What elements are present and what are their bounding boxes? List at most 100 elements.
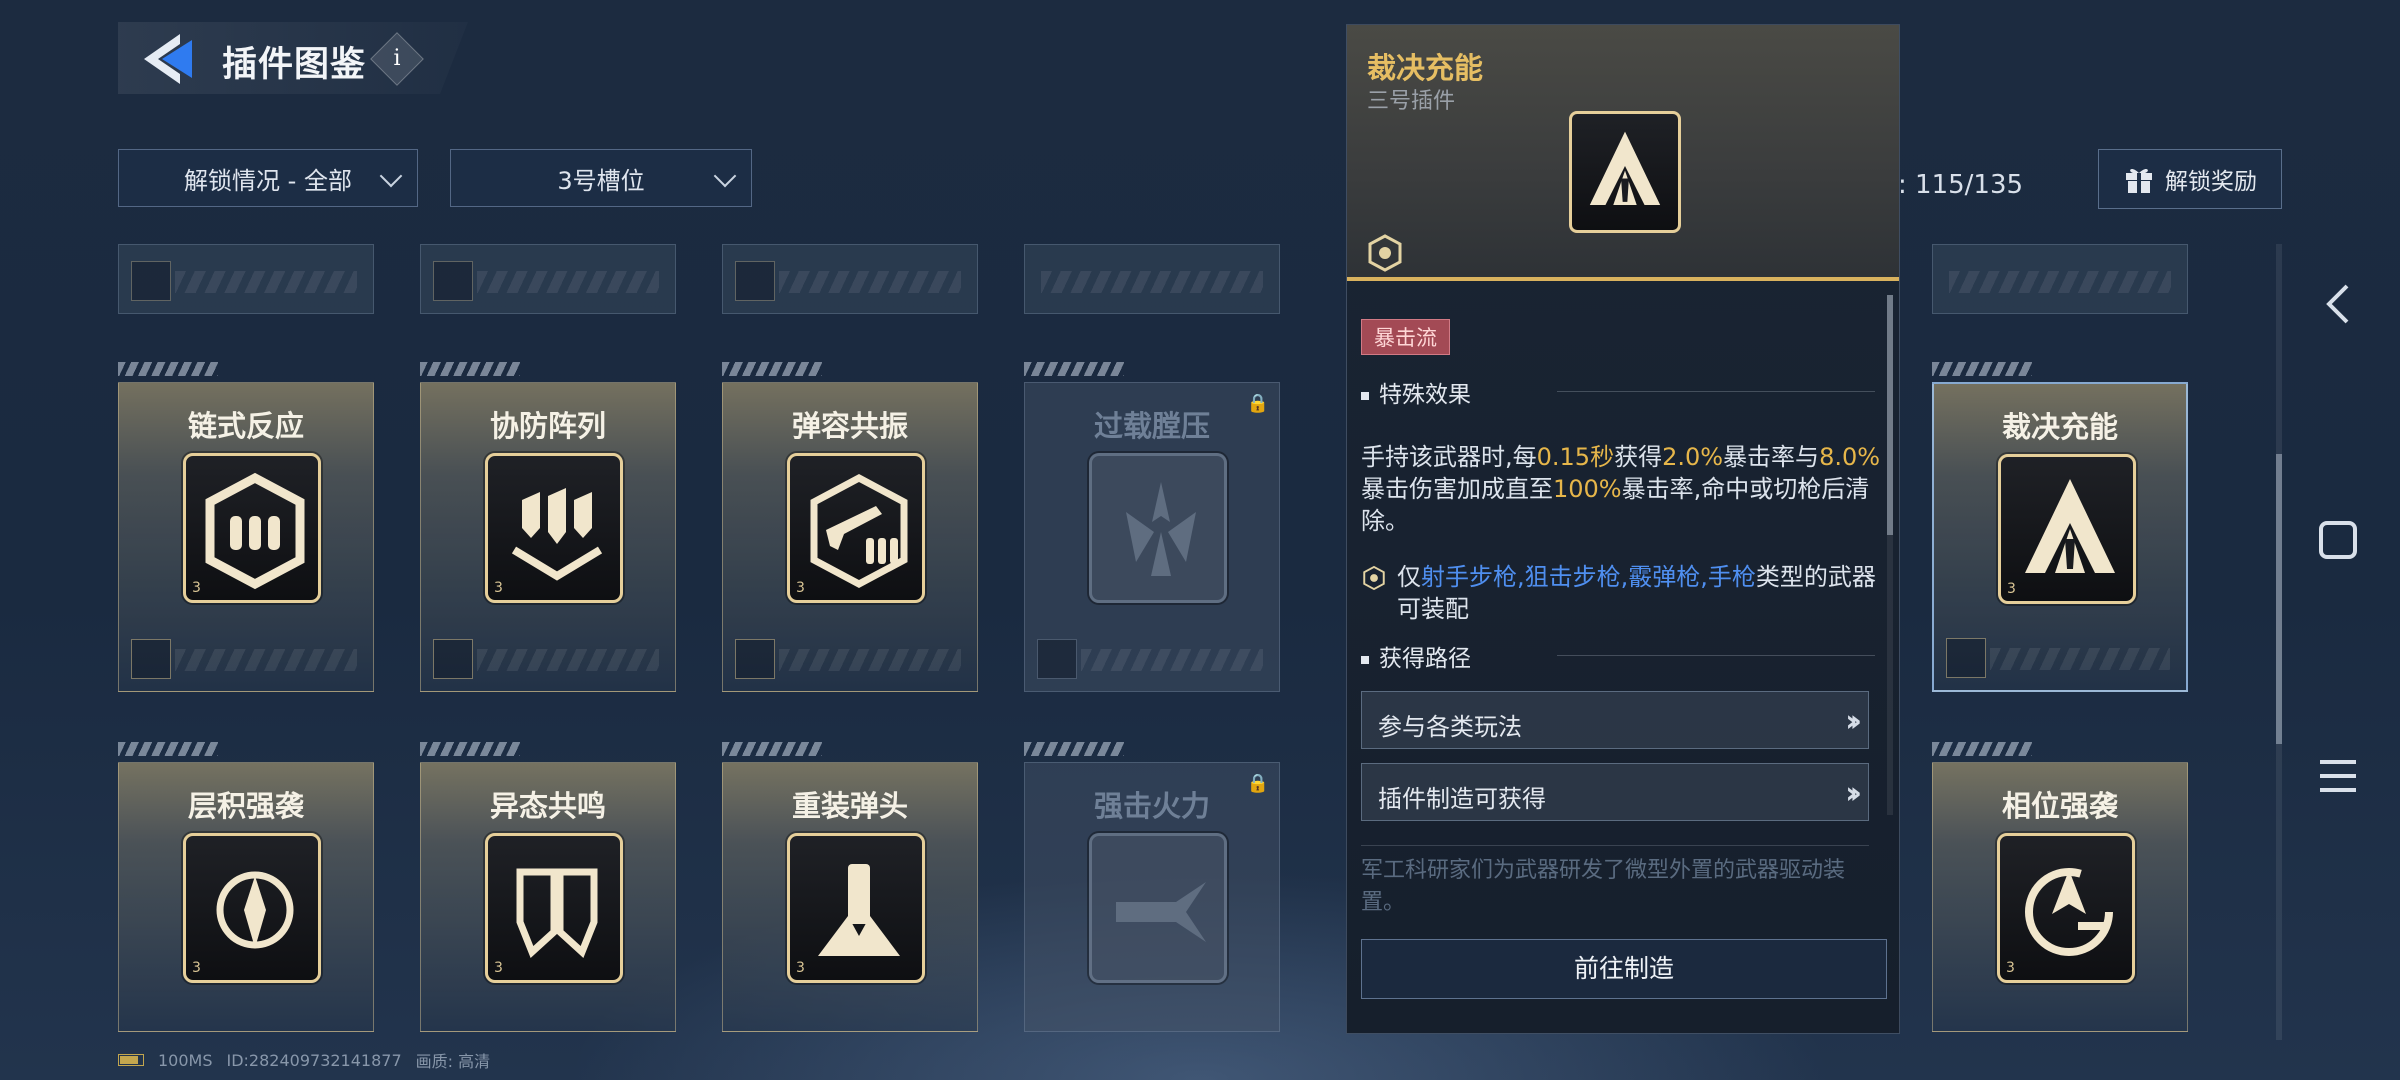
source-crafting-button[interactable]: 插件制造可获得 ››: [1361, 763, 1869, 821]
plugin-card-layered-assault[interactable]: 层积强袭 3: [118, 762, 374, 1032]
tier-label: 3: [494, 960, 503, 976]
plugin-name: 强击火力: [1093, 789, 1210, 823]
triple-shield-icon: [511, 488, 603, 581]
plugin-card-phase-assault[interactable]: 相位强袭 3: [1932, 762, 2188, 1032]
plugin-card-partial[interactable]: [118, 244, 374, 314]
plugin-card-partial[interactable]: [722, 244, 978, 314]
plugin-name: 层积强袭: [187, 789, 304, 823]
effect-section-title: 特殊效果: [1361, 375, 1471, 409]
page-title: 插件图鉴: [222, 45, 367, 85]
slot-badge-icon: [1946, 638, 1986, 678]
card-stripe: [175, 271, 357, 293]
tier-label: 3: [2007, 581, 2016, 597]
card-tag-decoration: [118, 362, 218, 376]
plugin-icon-box: 3: [485, 833, 623, 983]
unlock-reward-button[interactable]: 解锁奖励: [2098, 149, 2282, 209]
twin-crest-icon: [516, 868, 598, 958]
effect-value: 8.0%: [1819, 443, 1881, 471]
effect-text: 暴击率与: [1723, 443, 1820, 471]
plugin-card-heavy-warhead[interactable]: 重装弹头 3: [722, 762, 978, 1032]
plugin-icon-box: 3: [1997, 833, 2135, 983]
section-divider: [1557, 655, 1875, 656]
plugin-icon-box: 3: [485, 453, 623, 603]
quality-label: 画质: 高清: [415, 1052, 491, 1071]
section-divider: [1361, 845, 1869, 846]
hexagon-ammo-icon: [205, 472, 305, 590]
plugin-name: 过载膛压: [1093, 409, 1210, 443]
card-tag-decoration: [420, 742, 520, 756]
back-button[interactable]: [140, 30, 202, 88]
slot-badge-icon: [735, 261, 775, 301]
weapon-types: 射手步枪,狙击步枪,霰弹枪,手枪: [1421, 563, 1756, 591]
plugin-icon-box: [1089, 833, 1227, 983]
nav-home-button[interactable]: [2310, 512, 2366, 568]
lore-text: 军工科研家们为武器研发了微型外置的武器驱动装置。: [1361, 858, 1846, 915]
plugin-card-partial[interactable]: [1024, 244, 1280, 314]
card-stripe: [1949, 271, 2171, 293]
slot-filter-dropdown[interactable]: 3号槽位: [450, 149, 752, 207]
effect-value: 2.0%: [1662, 443, 1724, 471]
card-stripe: [1081, 649, 1263, 671]
plugin-card-mag-resonance[interactable]: 弹容共振 3: [722, 382, 978, 692]
effect-value: 100%: [1553, 475, 1622, 503]
chevron-down-icon: [379, 164, 403, 188]
slot-badge-icon: [433, 261, 473, 301]
plugin-card-verdict-charge[interactable]: 裁决充能 3: [1932, 382, 2188, 692]
card-tag-decoration: [722, 742, 822, 756]
plugin-card-chain-reaction[interactable]: 链式反应 3: [118, 382, 374, 692]
plugin-card-partial[interactable]: [1932, 244, 2188, 314]
slot-badge-icon: [433, 639, 473, 679]
plugin-name: 弹容共振: [791, 409, 908, 443]
plugin-card-anomaly-resonance[interactable]: 异态共鸣 3: [420, 762, 676, 1032]
ping-label: 100MS: [158, 1050, 213, 1070]
section-divider: [1557, 391, 1875, 392]
unlock-filter-dropdown[interactable]: 解锁情况 - 全部: [118, 149, 418, 207]
battery-icon: [118, 1054, 144, 1066]
plugin-card-joint-defense[interactable]: 协防阵列 3: [420, 382, 676, 692]
status-footer: 100MS ID:282409732141877 画质: 高清: [118, 1048, 490, 1072]
phase-ring-arrow-icon: [2025, 868, 2113, 956]
plugin-card-overload-chamber[interactable]: 过载膛压 🔒: [1024, 382, 1280, 692]
tier-label: 3: [192, 580, 201, 596]
lock-icon: 🔒: [1246, 393, 1269, 414]
chevron-down-icon: [713, 164, 737, 188]
nav-recents-button[interactable]: [2310, 748, 2366, 804]
speed-arrows-icon: [1116, 882, 1206, 942]
plugin-card-partial[interactable]: [420, 244, 676, 314]
effect-description: 手持该武器时,每0.15秒获得2.0%暴击率与8.0%暴击伤害加成直至100%暴…: [1361, 441, 1881, 537]
scrollbar-thumb[interactable]: [2276, 454, 2282, 744]
scrollbar-thumb[interactable]: [1887, 295, 1893, 535]
source-section-label: 获得路径: [1379, 646, 1471, 672]
unlock-filter-label: 解锁情况 - 全部: [184, 166, 352, 195]
double-chevron-right-icon: ››: [1845, 704, 1861, 739]
detail-subtitle: 三号插件: [1367, 89, 1456, 114]
source-label: 插件制造可获得: [1378, 785, 1546, 813]
plugin-name: 相位强袭: [2001, 789, 2118, 823]
slot-badge-icon: [735, 639, 775, 679]
card-stripe: [1041, 271, 1263, 293]
bullet: [1361, 391, 1369, 400]
unlock-reward-label: 解锁奖励: [2165, 169, 2257, 195]
card-tag-decoration: [118, 742, 218, 756]
warhead-icon: [818, 864, 900, 956]
plugin-icon-box: [1089, 453, 1227, 603]
go-craft-button[interactable]: 前往制造: [1361, 939, 1887, 999]
detail-plugin-icon: [1569, 111, 1681, 233]
detail-scrollbar[interactable]: [1887, 295, 1893, 815]
source-gameplay-button[interactable]: 参与各类玩法 ››: [1361, 691, 1869, 749]
nav-back-button[interactable]: [2310, 276, 2366, 332]
card-tag-decoration: [1024, 742, 1124, 756]
slot-badge-icon: [131, 639, 171, 679]
double-chevron-right-icon: ››: [1845, 776, 1861, 811]
card-stripe: [477, 649, 659, 671]
gift-icon: [2126, 168, 2152, 193]
spire-arrow-icon: [1589, 131, 1661, 206]
plugin-name: 重装弹头: [791, 789, 908, 823]
plugin-card-strike-firepower[interactable]: 强击火力 🔒: [1024, 762, 1280, 1032]
grid-scrollbar[interactable]: [2276, 244, 2282, 1040]
tier-label: 3: [796, 960, 805, 976]
back-arrow-icon: [144, 34, 192, 84]
spire-arrow-icon: [2025, 479, 2115, 573]
burst-spikes-icon: [1126, 482, 1196, 576]
plugin-name: 异态共鸣: [489, 789, 606, 823]
